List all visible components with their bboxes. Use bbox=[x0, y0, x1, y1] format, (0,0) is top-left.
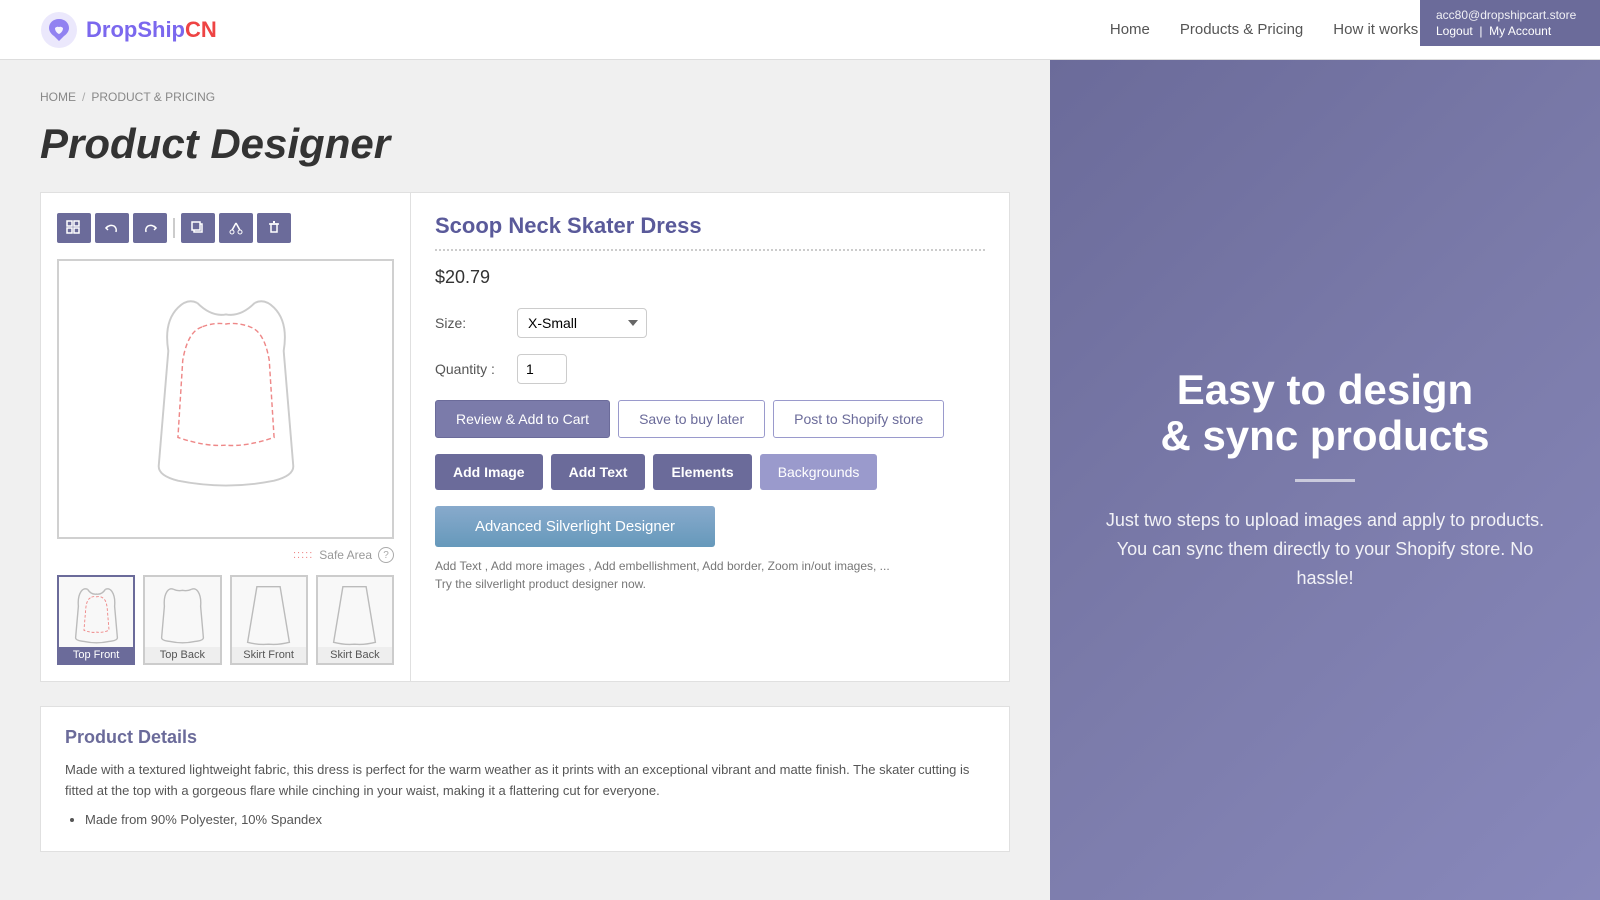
thumb-skirt-front-label: Skirt Front bbox=[232, 647, 306, 663]
safe-area-help-icon[interactable]: ? bbox=[378, 547, 394, 563]
add-text-button[interactable]: Add Text bbox=[551, 454, 646, 490]
breadcrumb-sep: / bbox=[82, 90, 85, 104]
thumb-top-front-preview bbox=[69, 582, 124, 647]
thumb-skirt-back[interactable]: Skirt Back bbox=[316, 575, 394, 665]
review-add-to-cart-button[interactable]: Review & Add to Cart bbox=[435, 400, 610, 438]
save-to-later-button[interactable]: Save to buy later bbox=[618, 400, 765, 438]
thumb-top-back-label: Top Back bbox=[145, 647, 219, 663]
toolbar-grid-btn[interactable] bbox=[57, 213, 91, 243]
product-details-list: Made from 90% Polyester, 10% Spandex bbox=[65, 812, 985, 827]
thumb-skirt-back-preview bbox=[327, 582, 382, 647]
product-details: Product Details Made with a textured lig… bbox=[40, 706, 1010, 852]
quantity-input[interactable] bbox=[517, 354, 567, 384]
size-row: Size: X-Small Small Medium Large X-Large bbox=[435, 308, 985, 338]
thumb-top-front-label: Top Front bbox=[59, 647, 133, 663]
nav-products-pricing[interactable]: Products & Pricing bbox=[1180, 21, 1303, 38]
user-links: Logout | My Account bbox=[1436, 24, 1584, 38]
user-dropdown: acc80@dropshipcart.store Logout | My Acc… bbox=[1420, 0, 1600, 46]
copy-icon bbox=[190, 220, 206, 236]
advanced-desc-line1: Add Text , Add more images , Add embelli… bbox=[435, 557, 985, 575]
product-details-title: Product Details bbox=[65, 727, 985, 748]
add-image-button[interactable]: Add Image bbox=[435, 454, 543, 490]
quantity-label: Quantity : bbox=[435, 361, 505, 377]
canvas-area: ::::: Safe Area ? Top Front bbox=[41, 193, 411, 681]
post-to-shopify-button[interactable]: Post to Shopify store bbox=[773, 400, 944, 438]
safe-area-label: ::::: Safe Area ? bbox=[57, 547, 394, 563]
toolbar-redo-btn[interactable] bbox=[133, 213, 167, 243]
size-label: Size: bbox=[435, 315, 505, 331]
main-content: HOME / PRODUCT & PRICING Product Designe… bbox=[0, 60, 1050, 900]
page-title: Product Designer bbox=[40, 120, 1010, 168]
advanced-desc-line2: Try the silverlight product designer now… bbox=[435, 575, 985, 593]
product-name: Scoop Neck Skater Dress bbox=[435, 213, 985, 251]
thumb-skirt-back-label: Skirt Back bbox=[318, 647, 392, 663]
advanced-silverlight-button[interactable]: Advanced Silverlight Designer bbox=[435, 506, 715, 547]
redo-icon bbox=[142, 220, 158, 236]
product-area: Scoop Neck Skater Dress $20.79 Size: X-S… bbox=[411, 193, 1009, 681]
nav-home[interactable]: Home bbox=[1110, 21, 1150, 38]
header: DropShipCN Home Products & Pricing How i… bbox=[0, 0, 1600, 60]
breadcrumb: HOME / PRODUCT & PRICING bbox=[40, 90, 1010, 104]
elements-button[interactable]: Elements bbox=[653, 454, 751, 490]
toolbar-cut-btn[interactable] bbox=[219, 213, 253, 243]
backgrounds-button[interactable]: Backgrounds bbox=[760, 454, 878, 490]
action-buttons: Review & Add to Cart Save to buy later P… bbox=[435, 400, 985, 438]
designer-tools: Add Image Add Text Elements Backgrounds bbox=[435, 454, 985, 490]
toolbar-copy-btn[interactable] bbox=[181, 213, 215, 243]
undo-icon bbox=[104, 220, 120, 236]
right-panel-description: Just two steps to upload images and appl… bbox=[1090, 506, 1560, 592]
dress-preview bbox=[126, 274, 326, 524]
thumbnails-row: Top Front Top Back Skirt Front bbox=[57, 575, 394, 665]
toolbar bbox=[57, 209, 394, 247]
username-label: acc80@dropshipcart.store bbox=[1436, 8, 1584, 22]
product-detail-item: Made from 90% Polyester, 10% Spandex bbox=[85, 812, 985, 827]
right-panel: Easy to design & sync products Just two … bbox=[1050, 60, 1600, 900]
right-panel-title: Easy to design & sync products bbox=[1160, 367, 1489, 459]
logo[interactable]: DropShipCN bbox=[40, 11, 217, 49]
page-layout: HOME / PRODUCT & PRICING Product Designe… bbox=[0, 60, 1600, 900]
product-price: $20.79 bbox=[435, 267, 985, 288]
toolbar-undo-btn[interactable] bbox=[95, 213, 129, 243]
thumb-top-front[interactable]: Top Front bbox=[57, 575, 135, 665]
grid-icon bbox=[66, 220, 82, 236]
nav-how-it-works[interactable]: How it works bbox=[1333, 21, 1418, 38]
right-panel-divider bbox=[1295, 479, 1355, 482]
quantity-row: Quantity : bbox=[435, 354, 985, 384]
thumb-skirt-front-preview bbox=[241, 582, 296, 647]
safe-area-text: Safe Area bbox=[319, 548, 372, 562]
trash-icon bbox=[266, 220, 282, 236]
logout-link[interactable]: Logout bbox=[1436, 24, 1473, 38]
toolbar-separator bbox=[173, 218, 175, 238]
thumb-top-back[interactable]: Top Back bbox=[143, 575, 221, 665]
logo-icon bbox=[40, 11, 78, 49]
breadcrumb-home[interactable]: HOME bbox=[40, 90, 76, 104]
thumb-skirt-front[interactable]: Skirt Front bbox=[230, 575, 308, 665]
breadcrumb-current: PRODUCT & PRICING bbox=[91, 90, 215, 104]
size-select[interactable]: X-Small Small Medium Large X-Large bbox=[517, 308, 647, 338]
design-canvas[interactable] bbox=[57, 259, 394, 539]
advanced-designer-section: Advanced Silverlight Designer Add Text ,… bbox=[435, 506, 985, 593]
scissors-icon bbox=[228, 220, 244, 236]
safe-dashes-icon: ::::: bbox=[293, 549, 313, 561]
my-account-link[interactable]: My Account bbox=[1489, 24, 1551, 38]
logo-text: DropShipCN bbox=[86, 17, 217, 43]
thumb-top-back-preview bbox=[155, 582, 210, 647]
toolbar-delete-btn[interactable] bbox=[257, 213, 291, 243]
product-details-description: Made with a textured lightweight fabric,… bbox=[65, 760, 985, 802]
designer-card: ::::: Safe Area ? Top Front bbox=[40, 192, 1010, 682]
